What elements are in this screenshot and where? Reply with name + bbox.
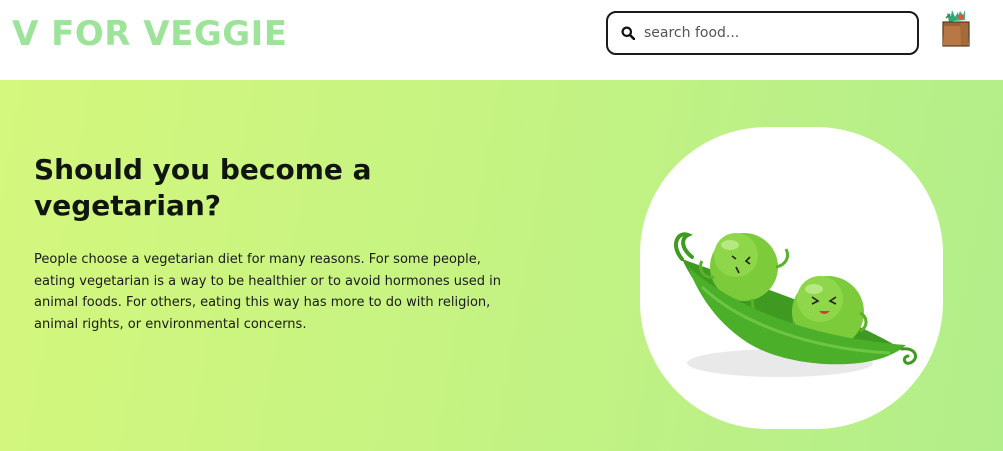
hero-description: People choose a vegetarian diet for many… bbox=[34, 252, 501, 332]
hero-section: Should you become a vegetarian? People c… bbox=[0, 80, 1003, 451]
search-input[interactable] bbox=[644, 21, 904, 45]
search-box[interactable] bbox=[606, 11, 919, 55]
search-icon[interactable] bbox=[621, 26, 635, 40]
site-header: V FOR VEGGIE bbox=[0, 0, 1003, 80]
hero-title: Should you become a vegetarian? bbox=[34, 153, 372, 222]
site-logo[interactable]: V FOR VEGGIE bbox=[12, 14, 288, 54]
peas-illustration bbox=[640, 127, 943, 429]
grocery-bag-icon[interactable] bbox=[940, 8, 972, 48]
